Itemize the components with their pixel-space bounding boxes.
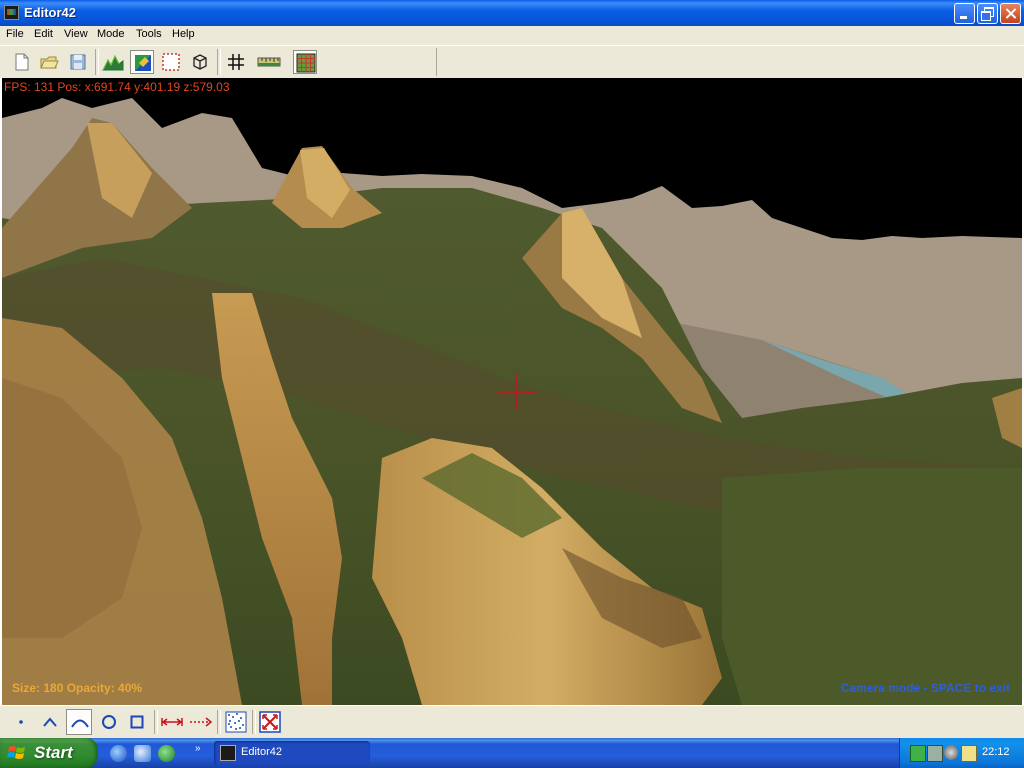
arrow-line-icon[interactable]	[188, 709, 214, 735]
square-brush-icon[interactable]	[124, 709, 150, 735]
windows-logo-icon	[7, 746, 25, 759]
taskbar-item-label: Editor42	[241, 746, 282, 758]
tray-device-icon[interactable]	[927, 745, 943, 762]
menu-view[interactable]: View	[64, 28, 88, 40]
terrain-viewport[interactable]: FPS: 131 Pos: x:691.74 y:401.19 z:579.03…	[0, 78, 1024, 705]
menu-edit[interactable]: Edit	[34, 28, 53, 40]
save-icon[interactable]	[66, 50, 90, 74]
taskbar: Start » Editor42 22:12	[0, 738, 1024, 768]
open-folder-icon[interactable]	[37, 50, 61, 74]
menu-file[interactable]: File	[6, 28, 24, 40]
toolbar	[0, 45, 1024, 78]
menu-bar: File Edit View Mode Tools Help	[0, 26, 1024, 45]
start-button[interactable]: Start	[0, 738, 98, 768]
system-tray: 22:12	[899, 738, 1024, 768]
line-segment-icon[interactable]	[159, 709, 185, 735]
tray-volume-icon[interactable]	[944, 745, 958, 760]
brush-toolbar	[0, 705, 1024, 739]
window-title: Editor42	[24, 5, 77, 20]
fps-position-readout: FPS: 131 Pos: x:691.74 y:401.19 z:579.03	[4, 80, 230, 94]
fit-view-icon[interactable]	[257, 709, 283, 735]
brush-settings-readout: Size: 180 Opacity: 40%	[12, 681, 143, 695]
menu-tools[interactable]: Tools	[136, 28, 162, 40]
tray-checkmark-icon[interactable]	[961, 745, 977, 762]
camera-mode-hint: Camera mode - SPACE to exit	[840, 681, 1010, 695]
editor42-icon	[220, 745, 236, 761]
selection-icon[interactable]	[159, 50, 183, 74]
grid-icon[interactable]	[224, 50, 248, 74]
quicklaunch-more-icon[interactable]: »	[195, 743, 201, 754]
cube-icon[interactable]	[188, 50, 212, 74]
tray-network-icon[interactable]	[910, 745, 926, 762]
tile-grid-icon[interactable]	[293, 50, 317, 74]
close-button[interactable]	[1000, 3, 1021, 24]
start-label: Start	[34, 743, 73, 762]
title-bar[interactable]: Editor42	[0, 0, 1024, 26]
menu-help[interactable]: Help	[172, 28, 195, 40]
crosshair-icon	[497, 374, 535, 410]
noise-icon[interactable]	[223, 709, 249, 735]
taskbar-item-editor42[interactable]: Editor42	[214, 741, 370, 765]
smooth-brush-icon[interactable]	[66, 709, 92, 735]
circle-brush-icon[interactable]	[96, 709, 122, 735]
peak-brush-icon[interactable]	[37, 709, 63, 735]
minimize-button[interactable]	[954, 3, 975, 24]
browser-icon[interactable]	[158, 745, 175, 762]
ruler-icon[interactable]	[256, 50, 281, 74]
texture-paint-icon[interactable]	[130, 50, 154, 74]
media-player-icon[interactable]	[110, 745, 127, 762]
heightmap-icon[interactable]	[101, 50, 125, 74]
clock: 22:12	[982, 746, 1010, 758]
menu-mode[interactable]: Mode	[97, 28, 125, 40]
restore-button[interactable]	[977, 3, 998, 24]
show-desktop-icon[interactable]	[134, 745, 151, 762]
app-icon[interactable]	[4, 5, 19, 20]
new-file-icon[interactable]	[9, 50, 33, 74]
point-brush-icon[interactable]	[8, 709, 34, 735]
